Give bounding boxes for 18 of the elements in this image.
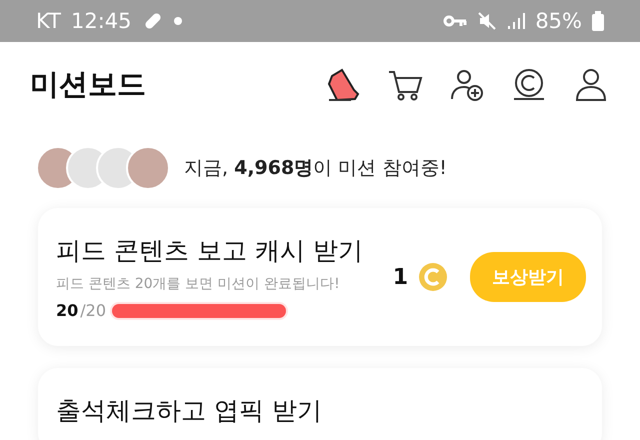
signal-icon	[507, 12, 526, 30]
reward-amount: 1	[392, 264, 408, 290]
progress-count: 20	[56, 301, 78, 320]
battery-icon	[592, 11, 604, 31]
carrier-text: KT	[36, 9, 61, 33]
claim-reward-button[interactable]: 보상받기	[470, 252, 586, 302]
progress-total: /20	[80, 301, 106, 320]
mute-icon	[477, 11, 498, 31]
page-title: 미션보드	[30, 66, 147, 103]
mission-title: 출석체크하고 엽픽 받기	[56, 395, 323, 427]
participants-text: 지금, 4,968명 이 미션 참여중!	[184, 156, 447, 181]
battery-text: 85%	[535, 9, 582, 33]
clock-text: 12:45	[70, 9, 132, 33]
coin-icon	[418, 262, 448, 292]
mission-description: 피드 콘텐츠 20개를 보면 미션이 완료됩니다!	[56, 275, 341, 293]
mission-title: 피드 콘텐츠 보고 캐시 받기	[56, 235, 364, 267]
key-icon	[443, 14, 468, 28]
dot-icon	[174, 17, 182, 25]
